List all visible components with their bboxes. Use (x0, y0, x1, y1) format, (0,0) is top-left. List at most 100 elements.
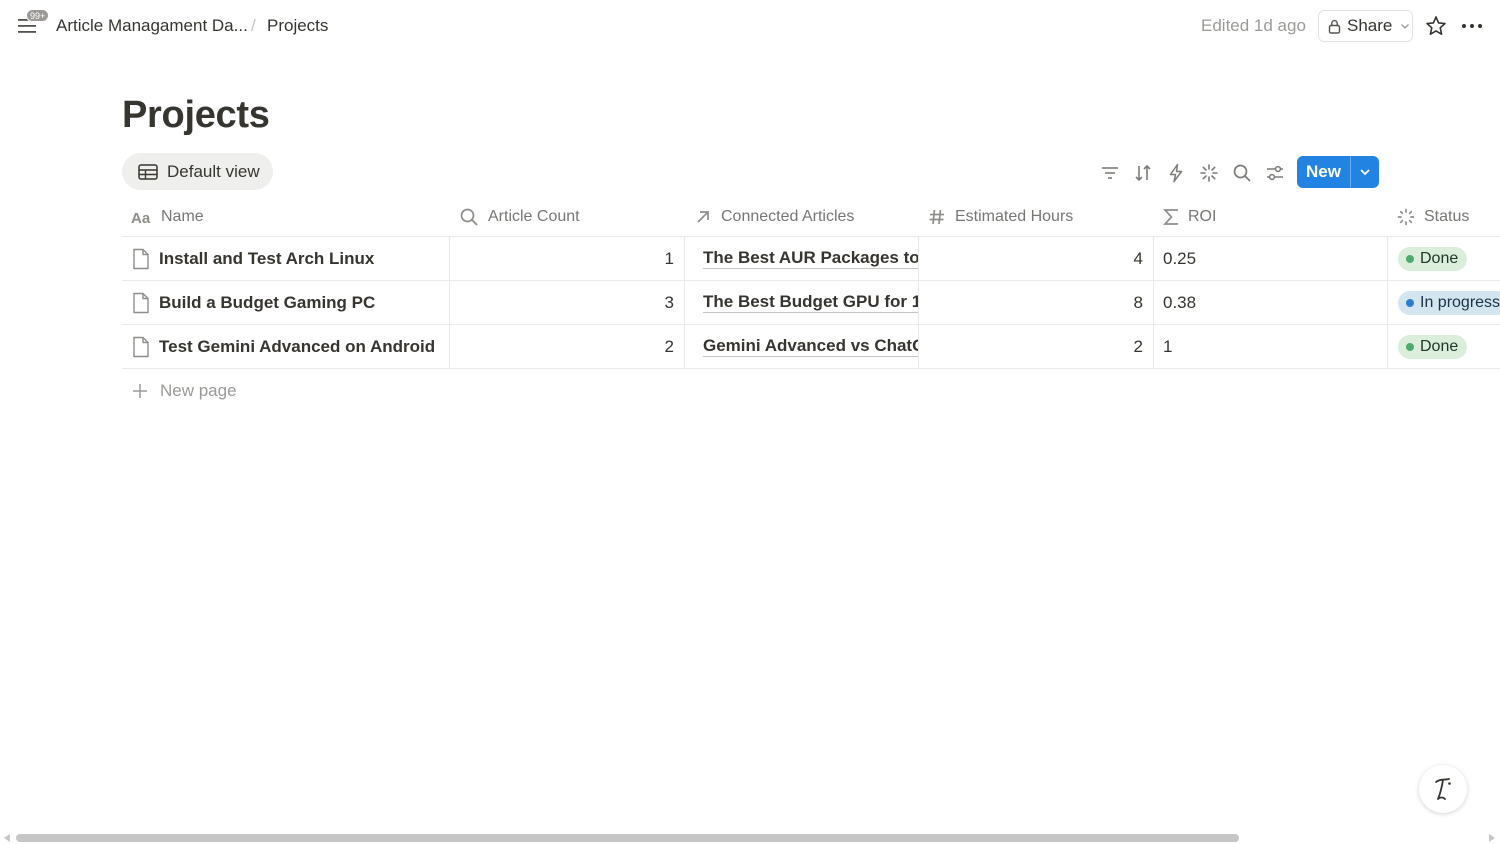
cell-status[interactable]: Done (1387, 237, 1500, 280)
cell-roi[interactable]: 0.25 (1153, 237, 1387, 280)
cell-article-count[interactable]: 1 (449, 237, 684, 280)
row-title: Test Gemini Advanced on Android (159, 336, 436, 356)
new-page-row[interactable]: New page (122, 369, 1500, 413)
status-dot (1406, 342, 1414, 351)
cell-roi[interactable]: 0.38 (1153, 281, 1387, 324)
relation-arrow-icon (697, 210, 709, 223)
sort-button[interactable] (1132, 162, 1154, 184)
cell-estimated-hours[interactable]: 8 (918, 281, 1153, 324)
column-header-roi[interactable]: ROI (1163, 196, 1216, 237)
cell-connected-articles[interactable]: The Best Budget GPU for 1 (684, 281, 918, 324)
breadcrumb-current-page[interactable]: Projects (267, 16, 328, 36)
cell-name[interactable]: Install and Test Arch Linux (122, 237, 449, 280)
scrollbar-thumb[interactable] (16, 834, 1239, 842)
scroll-left-arrow[interactable] (4, 834, 10, 842)
chevron-down-icon (1401, 24, 1410, 29)
table-view-icon (138, 163, 158, 180)
more-options-button[interactable] (1460, 14, 1484, 38)
ai-assistant-button[interactable] (1419, 765, 1467, 813)
column-header-article-count[interactable]: Article Count (459, 196, 580, 237)
column-header-name[interactable]: Aa Name (131, 196, 204, 237)
table-row: Test Gemini Advanced on Android 2 Gemini… (122, 325, 1500, 369)
share-label: Share (1347, 16, 1393, 35)
chevron-down-icon (1360, 169, 1370, 176)
edited-timestamp: Edited 1d ago (1201, 16, 1306, 35)
svg-text:Aa: Aa (131, 210, 151, 225)
top-bar: 99+ Article Managament Da... / Projects … (0, 0, 1500, 52)
breadcrumb-separator: / (251, 16, 256, 35)
page-icon (133, 336, 149, 357)
cell-name[interactable]: Test Gemini Advanced on Android (122, 325, 449, 368)
cell-roi[interactable]: 1 (1153, 325, 1387, 368)
column-header-status[interactable]: Status (1397, 196, 1469, 237)
column-label: Article Count (488, 207, 580, 225)
table-row: Install and Test Arch Linux 1 The Best A… (122, 237, 1500, 281)
status-badge[interactable]: Done (1398, 246, 1468, 271)
status-badge[interactable]: Done (1398, 334, 1468, 359)
column-label: Status (1424, 207, 1470, 225)
status-label: Done (1420, 249, 1459, 267)
sparkle-icon (1200, 164, 1218, 182)
column-label: ROI (1188, 207, 1217, 225)
search-icon (460, 208, 478, 226)
connected-article-link[interactable]: Gemini Advanced vs ChatG (703, 336, 918, 357)
new-dropdown-button[interactable] (1351, 156, 1379, 188)
search-button[interactable] (1231, 162, 1253, 184)
lightning-icon (1169, 163, 1183, 183)
status-label: Done (1420, 337, 1459, 355)
cell-status[interactable]: Done (1387, 325, 1500, 368)
cell-article-count[interactable]: 3 (449, 281, 684, 324)
cell-name[interactable]: Build a Budget Gaming PC (122, 281, 449, 324)
settings-sliders-icon (1267, 165, 1283, 181)
status-dot (1406, 298, 1414, 307)
star-icon (1426, 16, 1446, 35)
lock-icon (1328, 19, 1341, 34)
breadcrumb-workspace[interactable]: Article Managament Da... (56, 16, 248, 36)
connected-article-link[interactable]: The Best AUR Packages to (703, 248, 918, 269)
view-settings-button[interactable] (1264, 162, 1286, 184)
cell-connected-articles[interactable]: The Best AUR Packages to (684, 237, 918, 280)
text-property-icon: Aa (131, 210, 151, 225)
cell-estimated-hours[interactable]: 4 (918, 237, 1153, 280)
new-button[interactable]: New (1297, 156, 1351, 188)
ai-autofill-button[interactable] (1198, 162, 1220, 184)
table-row: Build a Budget Gaming PC 3 The Best Budg… (122, 281, 1500, 325)
scroll-right-arrow[interactable] (1489, 834, 1495, 842)
formula-sigma-icon (1163, 208, 1178, 225)
number-hash-icon (929, 209, 944, 224)
filter-button[interactable] (1099, 162, 1121, 184)
notification-badge: 99+ (26, 9, 50, 22)
ai-assistant-icon (1435, 778, 1451, 800)
search-icon (1233, 164, 1251, 182)
status-dot (1406, 254, 1414, 263)
column-header-connected-articles[interactable]: Connected Articles (694, 196, 854, 237)
column-label: Name (161, 207, 204, 225)
share-button[interactable]: Share (1318, 10, 1413, 42)
favorite-button[interactable] (1424, 14, 1448, 38)
status-icon (1397, 208, 1415, 225)
page-icon (133, 248, 149, 269)
cell-connected-articles[interactable]: Gemini Advanced vs ChatG (684, 325, 918, 368)
column-label: Connected Articles (721, 207, 855, 225)
table-header: Aa Name Article Count Connected Articles (122, 196, 1500, 237)
new-button-group: New (1297, 156, 1379, 188)
automation-button[interactable] (1165, 162, 1187, 184)
page-title: Projects (122, 94, 270, 136)
new-page-label: New page (160, 381, 237, 400)
more-dots-icon (1462, 24, 1482, 28)
projects-table: Aa Name Article Count Connected Articles (122, 196, 1500, 413)
cell-status[interactable]: In progress (1387, 281, 1500, 324)
status-badge[interactable]: In progress (1398, 290, 1500, 315)
cell-article-count[interactable]: 2 (449, 325, 684, 368)
page-icon (133, 292, 149, 313)
cell-estimated-hours[interactable]: 2 (918, 325, 1153, 368)
view-tab-default[interactable]: Default view (122, 153, 273, 190)
connected-article-link[interactable]: The Best Budget GPU for 1 (703, 292, 918, 313)
row-title: Build a Budget Gaming PC (159, 292, 376, 312)
status-label: In progress (1420, 293, 1500, 311)
column-header-estimated-hours[interactable]: Estimated Hours (928, 196, 1073, 237)
plus-icon (133, 384, 147, 398)
sort-icon (1135, 164, 1151, 182)
row-title: Install and Test Arch Linux (159, 248, 375, 268)
column-label: Estimated Hours (955, 207, 1074, 225)
